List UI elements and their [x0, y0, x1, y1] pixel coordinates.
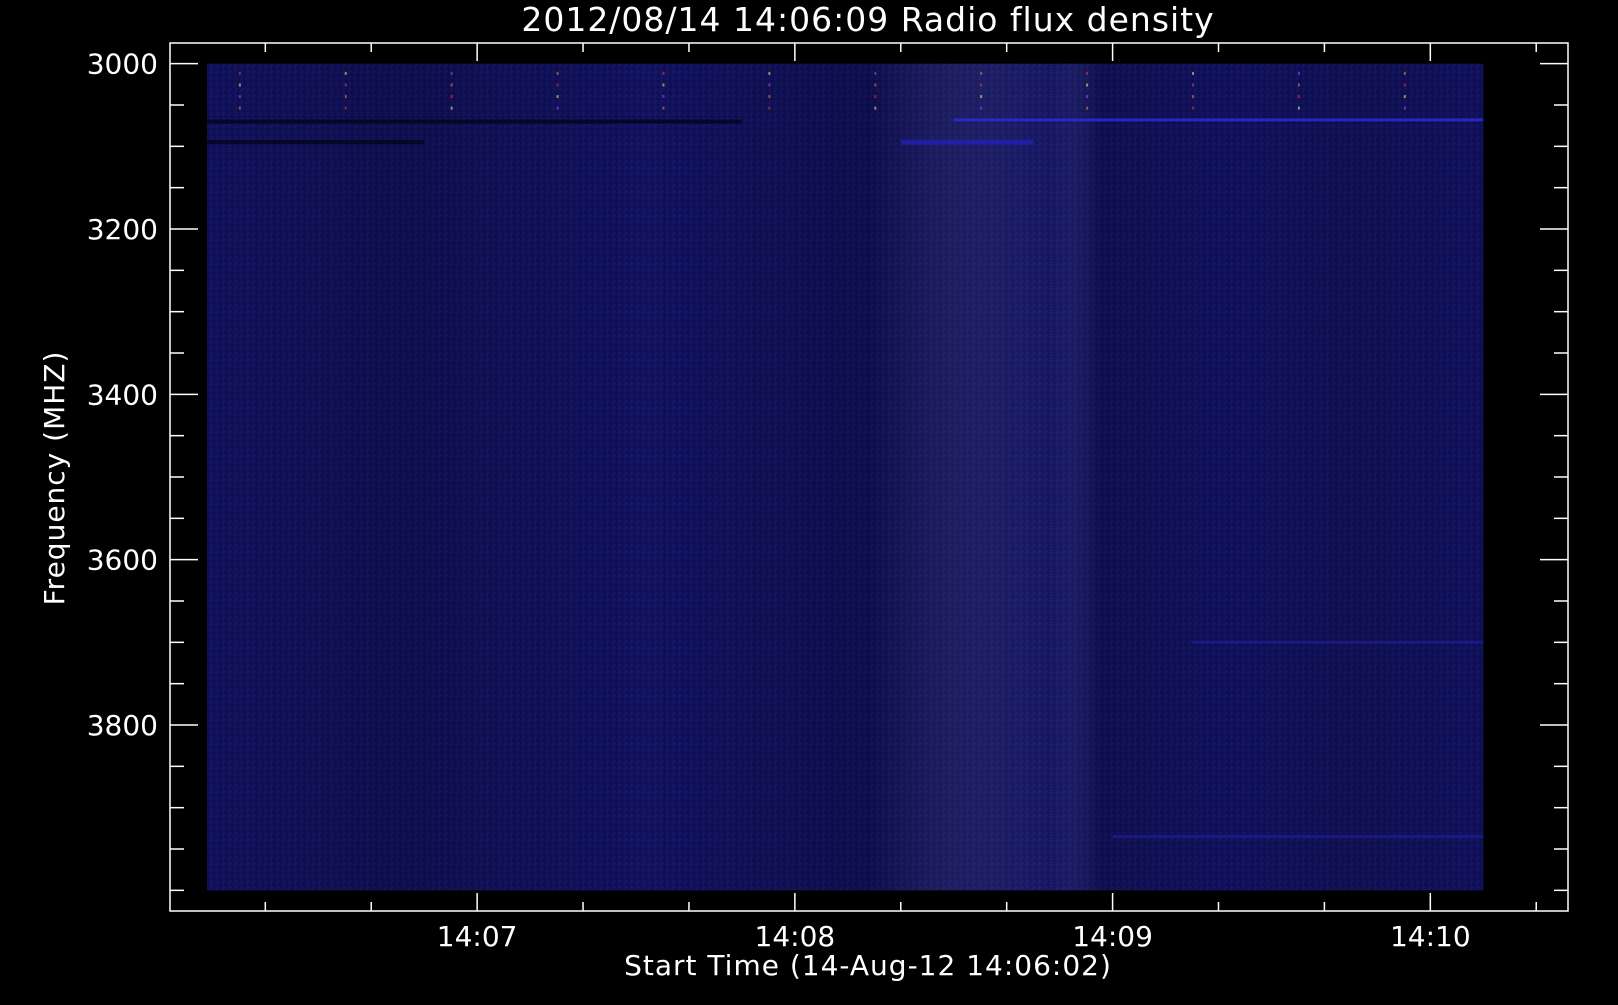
speckle — [1086, 83, 1089, 87]
speckle — [238, 71, 241, 75]
speckle — [874, 106, 877, 110]
speckle — [1297, 71, 1300, 75]
speckle — [450, 95, 453, 99]
speckle — [1297, 95, 1300, 99]
speckle — [1192, 71, 1195, 75]
x-tick-label: 14:10 — [1390, 920, 1471, 953]
speckle — [1192, 106, 1195, 110]
speckle — [1086, 106, 1089, 110]
speckle — [662, 83, 665, 87]
speckle — [874, 95, 877, 99]
speckle — [1403, 95, 1406, 99]
speckle — [344, 71, 347, 75]
feature-band-3 — [900, 139, 1034, 145]
speckle — [1297, 106, 1300, 110]
feature-band-0 — [207, 119, 742, 124]
speckle — [768, 95, 771, 99]
spectrogram-heatmap — [207, 63, 1484, 891]
x-tick-label: 14:07 — [437, 920, 518, 953]
speckle — [980, 71, 983, 75]
speckle — [980, 83, 983, 87]
speckle — [556, 71, 559, 75]
speckle — [1403, 83, 1406, 87]
feature-band-4 — [1112, 835, 1484, 839]
y-tick-label: 3400 — [87, 378, 158, 411]
speckle — [1403, 71, 1406, 75]
speckle — [238, 106, 241, 110]
speckle — [662, 71, 665, 75]
speckle — [980, 106, 983, 110]
speckle — [556, 95, 559, 99]
speckle — [1086, 95, 1089, 99]
speckle — [238, 95, 241, 99]
speckle — [874, 83, 877, 87]
speckle — [1192, 83, 1195, 87]
chart-title: 2012/08/14 14:06:09 Radio flux density — [521, 0, 1214, 39]
speckle — [556, 106, 559, 110]
heatmap-column-shading — [207, 63, 1484, 891]
feature-band-2 — [207, 140, 425, 145]
speckle — [980, 95, 983, 99]
speckle — [768, 106, 771, 110]
speckle — [662, 106, 665, 110]
x-axis-label: Start Time (14-Aug-12 14:06:02) — [624, 949, 1112, 982]
speckle — [874, 71, 877, 75]
speckle — [238, 83, 241, 87]
feature-band-1 — [953, 118, 1484, 122]
chart-root: 2012/08/14 14:06:09 Radio flux density 1… — [0, 0, 1618, 1000]
speckle — [556, 83, 559, 87]
speckle — [344, 106, 347, 110]
speckle — [1403, 106, 1406, 110]
speckle — [1086, 71, 1089, 75]
spectrogram-chart: 2012/08/14 14:06:09 Radio flux density 1… — [38, 0, 1569, 982]
speckle — [1192, 95, 1195, 99]
speckle — [344, 83, 347, 87]
speckle — [450, 83, 453, 87]
speckle — [768, 71, 771, 75]
speckle — [662, 95, 665, 99]
y-tick-label: 3200 — [87, 213, 158, 246]
speckle — [344, 95, 347, 99]
speckle — [450, 106, 453, 110]
speckle — [1297, 83, 1300, 87]
speckle — [450, 71, 453, 75]
y-tick-label: 3000 — [87, 48, 158, 81]
speckle — [768, 83, 771, 87]
y-tick-label: 3600 — [87, 544, 158, 577]
y-axis-label: Frequency (MHZ) — [38, 351, 71, 606]
y-tick-label: 3800 — [87, 709, 158, 742]
feature-band-5 — [1192, 640, 1484, 644]
